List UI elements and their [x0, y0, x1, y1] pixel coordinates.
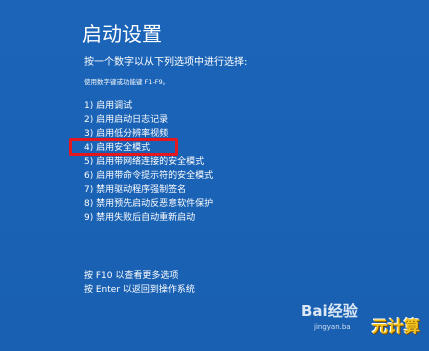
boot-settings-screen: 启动设置 按一个数字以从下列选项中进行选择: 使用数字键或功能键 F1-F9。 … — [0, 0, 429, 351]
instruction-text: 按一个数字以从下列选项中进行选择: — [84, 57, 248, 68]
option-disable-driver-signature-enforcement[interactable]: 7) 禁用驱动程序强制签名 — [84, 183, 213, 197]
key-hint-text: 使用数字键或功能键 F1-F9。 — [84, 78, 170, 86]
watermark-url: jingyan.ba — [314, 323, 351, 331]
option-enable-boot-logging[interactable]: 2) 启用启动日志记录 — [84, 113, 213, 127]
safe-mode-highlight-box — [69, 138, 178, 156]
baidu-jingyan-watermark: Bai经验 — [301, 302, 358, 320]
page-title: 启动设置 — [82, 22, 162, 46]
startup-options-list: 1) 启用调试 2) 启用启动日志记录 3) 启用低分辨率视频 4) 启用安全模… — [84, 99, 213, 225]
option-disable-early-launch-anti-malware[interactable]: 8) 禁用预先启动反恶意软件保护 — [84, 197, 213, 211]
option-safe-mode-with-command-prompt[interactable]: 6) 启用带命令提示符的安全模式 — [84, 169, 213, 183]
corner-watermark: 元计算 — [372, 317, 421, 336]
return-to-os-hint[interactable]: 按 Enter 以返回到操作系统 — [84, 283, 195, 297]
footer-instructions: 按 F10 以查看更多选项 按 Enter 以返回到操作系统 — [84, 269, 195, 297]
option-enable-debugging[interactable]: 1) 启用调试 — [84, 99, 213, 113]
option-safe-mode-with-networking[interactable]: 5) 启用带网络连接的安全模式 — [84, 155, 213, 169]
option-disable-automatic-restart[interactable]: 9) 禁用失败后自动重新启动 — [84, 211, 213, 225]
more-options-hint[interactable]: 按 F10 以查看更多选项 — [84, 269, 195, 283]
watermark-logo-text: Bai经验 — [301, 302, 358, 320]
